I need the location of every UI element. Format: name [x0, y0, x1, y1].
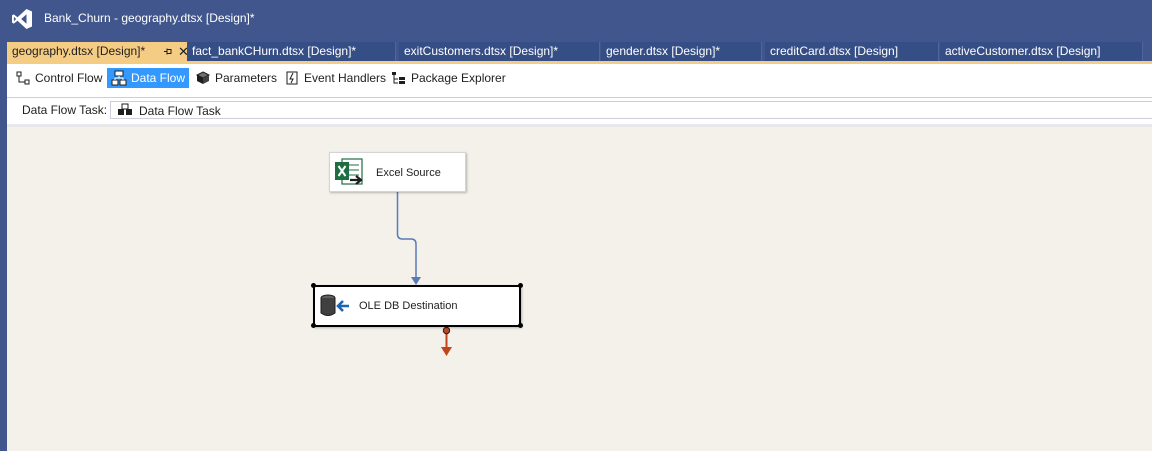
- designer-tab-label: Parameters: [215, 71, 278, 85]
- designer-tab-control-flow[interactable]: Control Flow: [11, 68, 103, 88]
- tab-label: fact_bankCHurn.dtsx [Design]*: [192, 44, 357, 58]
- data-path-excel-to-oledb: [396, 192, 417, 277]
- designer-document: Control Flow Data Flow Parameters Event …: [7, 61, 1152, 451]
- title-bar: Bank_Churn - geography.dtsx [Design]*: [0, 0, 1152, 38]
- task-selector-dropdown[interactable]: Data Flow Task: [110, 101, 1152, 119]
- task-selector-value: Data Flow Task: [139, 104, 221, 118]
- tab-label: geography.dtsx [Design]*: [12, 44, 146, 58]
- toolbar-separator: [7, 97, 1152, 98]
- component-label: OLE DB Destination: [359, 300, 458, 312]
- designer-tab-data-flow[interactable]: Data Flow: [107, 68, 189, 88]
- designer-tab-label: Control Flow: [35, 71, 103, 85]
- tab-creditcard[interactable]: creditCard.dtsx [Design]: [765, 42, 939, 61]
- tab-gender[interactable]: gender.dtsx [Design]*: [601, 42, 762, 61]
- active-document-indicator: [7, 61, 1152, 64]
- tab-activecustomer[interactable]: activeCustomer.dtsx [Design]: [940, 42, 1143, 61]
- tab-fact-bankchurn[interactable]: fact_bankCHurn.dtsx [Design]*: [187, 42, 396, 61]
- selection-handle[interactable]: [518, 323, 523, 328]
- designer-tab-parameters[interactable]: Parameters: [191, 68, 277, 88]
- tab-label: gender.dtsx [Design]*: [606, 44, 721, 58]
- data-path-arrowhead: [411, 277, 421, 285]
- ole-db-destination-component[interactable]: OLE DB Destination: [313, 285, 521, 327]
- designer-tab-label: Event Handlers: [304, 71, 387, 85]
- tab-label: activeCustomer.dtsx [Design]: [945, 44, 1101, 58]
- control-flow-icon: [16, 71, 30, 85]
- pin-icon[interactable]: [162, 42, 174, 61]
- tab-exitcustomers[interactable]: exitCustomers.dtsx [Design]*: [399, 42, 600, 61]
- window-title: Bank_Churn - geography.dtsx [Design]*: [44, 11, 255, 25]
- tab-geography[interactable]: geography.dtsx [Design]* ✕: [7, 42, 187, 61]
- ole-db-destination-icon: [320, 294, 349, 316]
- task-selector-label: Data Flow Task:: [22, 103, 108, 117]
- document-tab-strip: geography.dtsx [Design]* ✕ fact_bankCHur…: [0, 42, 1152, 61]
- designer-tab-event-handlers[interactable]: Event Handlers: [280, 68, 387, 88]
- designer-tab-package-explorer[interactable]: Package Explorer: [387, 68, 506, 88]
- designer-tab-label: Data Flow: [131, 71, 186, 85]
- excel-source-component[interactable]: Excel Source: [329, 152, 466, 192]
- error-output-handle: [442, 326, 451, 335]
- selection-handle[interactable]: [518, 283, 523, 288]
- visual-studio-logo-icon: [12, 9, 32, 29]
- data-paths: [396, 192, 452, 356]
- event-handlers-icon: [286, 71, 298, 85]
- data-flow-task-icon: [118, 103, 132, 115]
- selection-handle[interactable]: [311, 283, 316, 288]
- data-flow-icon: [111, 70, 127, 86]
- close-tab-icon[interactable]: ✕: [178, 42, 187, 61]
- error-path-arrowhead: [441, 347, 452, 356]
- tab-label: exitCustomers.dtsx [Design]*: [404, 44, 559, 58]
- data-flow-canvas[interactable]: Excel Source OLE DB Destination: [7, 127, 1152, 451]
- designer-tab-label: Package Explorer: [411, 71, 506, 85]
- component-label: Excel Source: [376, 167, 441, 179]
- package-explorer-icon: [392, 72, 405, 84]
- designer-tab-bar: Control Flow Data Flow Parameters Event …: [7, 65, 1152, 91]
- selection-handle[interactable]: [311, 323, 316, 328]
- tab-label: creditCard.dtsx [Design]: [770, 44, 899, 58]
- parameters-icon: [195, 71, 211, 84]
- excel-source-icon: [335, 158, 363, 185]
